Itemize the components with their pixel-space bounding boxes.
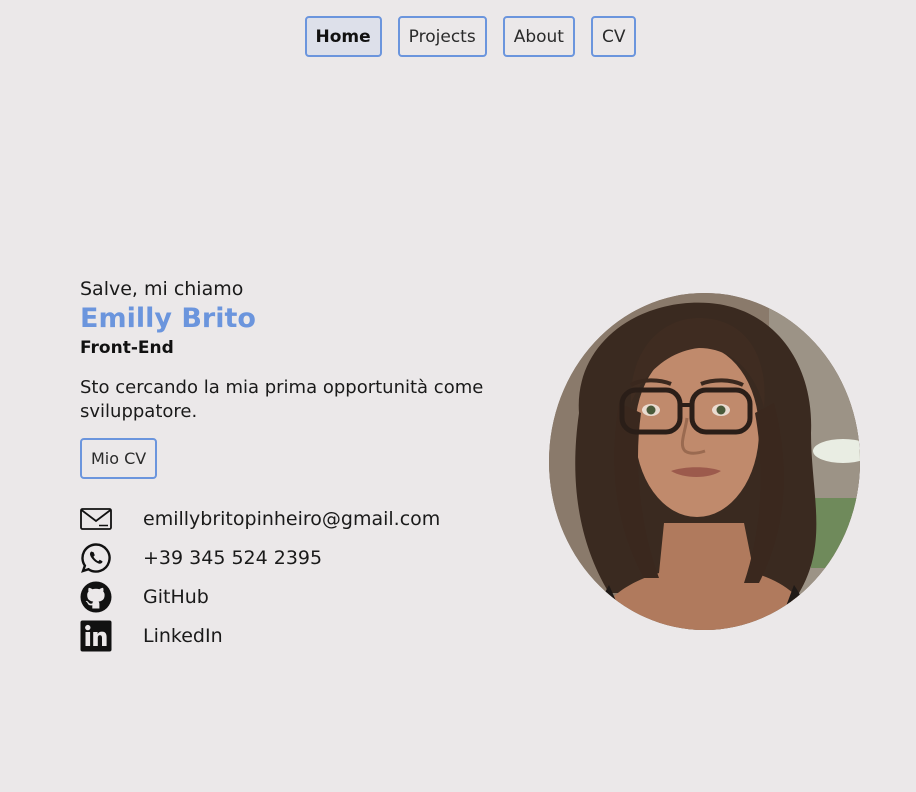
phone-link[interactable]: +39 345 524 2395 — [143, 547, 322, 569]
contact-github[interactable]: GitHub — [80, 577, 440, 616]
greeting-text: Salve, mi chiamo — [80, 278, 244, 300]
tagline-text: Sto cercando la mia prima opportunità co… — [80, 377, 484, 422]
nav-home-button[interactable]: Home — [304, 16, 382, 57]
intro-section: Salve, mi chiamo Emilly Brito Front-End … — [80, 276, 520, 479]
contact-email[interactable]: emillybritopinheiro@gmail.com — [80, 499, 440, 538]
contact-linkedin[interactable]: LinkedIn — [80, 616, 440, 655]
github-icon — [80, 581, 112, 613]
nav-about-button[interactable]: About — [502, 16, 575, 57]
role-label: Front-End — [80, 338, 174, 358]
linkedin-link[interactable]: LinkedIn — [143, 625, 223, 647]
email-link[interactable]: emillybritopinheiro@gmail.com — [143, 508, 440, 530]
page: Home Projects About CV Salve, mi chiamo … — [0, 0, 916, 792]
github-link[interactable]: GitHub — [143, 586, 209, 608]
linkedin-icon — [80, 620, 112, 652]
contact-whatsapp[interactable]: +39 345 524 2395 — [80, 538, 440, 577]
name-heading: Emilly Brito — [80, 303, 256, 334]
contacts-list: emillybritopinheiro@gmail.com +39 345 52… — [80, 499, 440, 655]
mio-cv-button[interactable]: Mio CV — [80, 438, 158, 479]
top-nav: Home Projects About CV — [0, 16, 916, 57]
whatsapp-icon — [80, 542, 112, 574]
profile-photo — [549, 293, 860, 630]
mail-icon — [80, 503, 112, 535]
nav-projects-button[interactable]: Projects — [397, 16, 487, 57]
nav-cv-button[interactable]: CV — [590, 16, 637, 57]
